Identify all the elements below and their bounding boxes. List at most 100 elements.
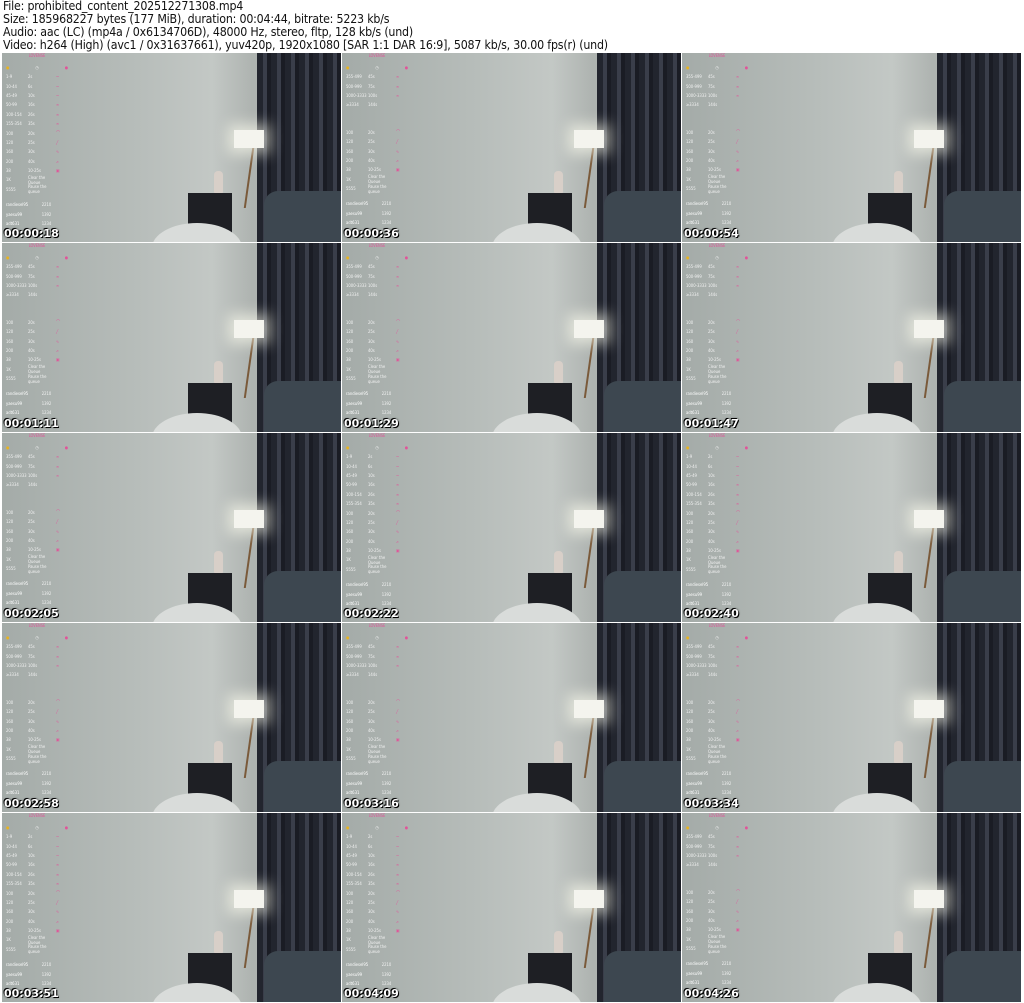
special-command-row: 38 10-25s ▣ (6, 355, 68, 364)
tip-level-row: 355-499 45s ≈ (6, 452, 68, 461)
special-command-cell: 20s (28, 319, 35, 325)
tip-level-cell: 16s (28, 102, 35, 108)
lovense-logo: LOVENSE (708, 243, 726, 248)
tip-level-cell: ≈ (396, 74, 400, 80)
special-command-cell: 120 (6, 709, 14, 715)
special-command-cell: 20s (368, 699, 375, 705)
tip-level-cell: 75s (708, 653, 715, 659)
special-command-row: 5555 Pause the queue (346, 754, 408, 764)
lamp-stand (243, 908, 255, 968)
special-command-row: 120 25s ╱ (6, 327, 68, 336)
leaderboard-row: yaesu99 1392 (686, 589, 748, 598)
clock-icon: ◷ (715, 444, 719, 450)
vibe-icon: ● (64, 634, 68, 640)
special-command-row: 38 10-25s ▣ (346, 926, 408, 935)
video-thumbnail[interactable]: LOVENSE ● ◷ ● 355-499 45s ≈500-999 75s ≈1000-3… (2, 433, 341, 622)
tip-level-cell: ≈ (396, 92, 400, 98)
tip-level-cell: ≈ (736, 501, 740, 507)
coins-icon: ● (346, 634, 350, 640)
timestamp: 00:01:47 (684, 417, 739, 430)
timestamp: 00:03:51 (4, 987, 59, 1000)
lamp-stand (923, 338, 935, 398)
leaderboard-score: 1392 (721, 780, 732, 786)
tip-level-cell: 45s (368, 264, 375, 270)
tip-menu-overlay: LOVENSE ● ◷ ● 355-499 45s ≈500-999 75s ≈1000-3… (686, 53, 748, 227)
leaderboard-user: yaesu99 (346, 780, 362, 786)
special-command-cell: ╱ (396, 709, 399, 715)
tip-level-cell: 10-44 (6, 843, 17, 849)
figurine (894, 551, 903, 573)
lovense-logo: LOVENSE (368, 53, 386, 58)
tip-level-cell: 500-999 (686, 653, 702, 659)
lamp-icon (574, 130, 604, 148)
special-command-row: 160 30s ∿ (686, 336, 748, 345)
figurine (214, 551, 223, 573)
coins-icon: ● (346, 444, 350, 450)
leaderboard-score: 1392 (381, 780, 392, 786)
video-thumbnail[interactable]: LOVENSE ● ◷ ● 355-499 45s ≈500-999 75s ≈1000-3… (2, 243, 341, 432)
tip-level-cell: 26s (368, 871, 375, 877)
special-command-row: 100 20s ⌒ (6, 508, 68, 517)
video-thumbnail[interactable]: LOVENSE ● ◷ ● 355-499 45s ≈500-999 75s ≈1000-3… (682, 243, 1021, 432)
special-command-cell: 20s (708, 129, 715, 135)
special-command-cell: 25s (368, 329, 375, 335)
special-command-cell: 25s (368, 899, 375, 905)
vibe-icon: ● (744, 64, 748, 70)
leaderboard: randiesel95 2210 yaesu99 1392 adt631 1234 (686, 389, 748, 417)
video-thumbnail[interactable]: LOVENSE ● ◷ ● 355-499 45s ≈500-999 75s ≈1000-3… (342, 53, 681, 242)
video-thumbnail[interactable]: LOVENSE ● ◷ ● 355-499 45s ≈500-999 75s ≈1000-3… (682, 623, 1021, 812)
video-thumbnail[interactable]: LOVENSE ● ◷ ● 355-499 45s ≈500-999 75s ≈1000-3… (682, 53, 1021, 242)
video-thumbnail[interactable]: LOVENSE ● ◷ ● 1-9 2s ~10-44 6s ~45-49 10s ~50-99… (2, 813, 341, 1002)
video-thumbnail[interactable]: LOVENSE ● ◷ ● 355-499 45s ≈500-999 75s ≈1000-3… (342, 623, 681, 812)
tip-level-cell: 10s (708, 472, 715, 478)
special-command-cell: 200 (686, 538, 694, 544)
video-thumbnail[interactable]: LOVENSE ● ◷ ● 1-9 2s ~10-44 6s ~45-49 10s ~50-99… (342, 813, 681, 1002)
tip-level-cell: 45s (28, 264, 35, 270)
timestamp: 00:03:34 (684, 797, 739, 810)
video-thumbnail[interactable]: LOVENSE ● ◷ ● 355-499 45s ≈500-999 75s ≈1000-3… (2, 623, 341, 812)
special-command-cell: 10-25s (28, 928, 41, 934)
special-command-row: 200 40s ⩘ (346, 726, 408, 735)
tip-level-cell: ~ (396, 463, 400, 469)
special-command-cell: 160 (346, 909, 354, 915)
leaderboard: randiesel95 2210 yaesu99 1392 adt631 1234 (6, 960, 68, 988)
tip-level-cell: 500-999 (346, 83, 362, 89)
special-command-row: 5555 Pause the queue (346, 564, 408, 574)
tip-level-cell: 500-999 (686, 83, 702, 89)
tip-level-cell: 10-44 (6, 83, 17, 89)
tip-level-cell: ≈ (56, 653, 60, 659)
lamp-stand (583, 338, 595, 398)
tip-level-row: 50-99 16s ≈ (686, 480, 748, 489)
video-thumbnail[interactable]: LOVENSE ● ◷ ● 355-499 45s ≈500-999 75s ≈1000-3… (682, 813, 1021, 1002)
tip-level-cell: ≈ (736, 74, 740, 80)
special-command-row: 160 30s ∿ (6, 716, 68, 725)
tip-level-cell: 100s (28, 282, 38, 288)
video-thumbnail[interactable]: LOVENSE ● ◷ ● 355-499 45s ≈500-999 75s ≈1000-3… (342, 243, 681, 432)
video-thumbnail[interactable]: LOVENSE ● ◷ ● 1-9 2s ~10-44 6s ~45-49 10s ~50-99… (342, 433, 681, 622)
special-command-row: 100 20s ⌒ (346, 318, 408, 327)
special-command-cell: ∿ (736, 338, 740, 344)
special-command-cell: 5555 (346, 186, 356, 192)
video-thumbnail[interactable]: LOVENSE ● ◷ ● 1-9 2s ~10-44 6s ~45-49 10s ~50-99… (2, 53, 341, 242)
leaderboard-row: randiesel95 2210 (6, 960, 68, 969)
leaderboard-row: randiesel95 2210 (346, 960, 408, 969)
lamp-icon (234, 890, 264, 908)
tip-level-cell: 45-49 (6, 92, 17, 98)
special-command-row: 5555 Pause the queue (686, 374, 748, 384)
special-command-cell: 5555 (6, 186, 16, 192)
clock-icon: ◷ (35, 444, 39, 450)
tip-level-cell: 45-49 (6, 852, 17, 858)
special-command-cell: ⌒ (736, 129, 741, 135)
leaderboard-score: 2210 (41, 771, 52, 777)
video-thumbnail[interactable]: LOVENSE ● ◷ ● 1-9 2s ~10-44 6s ~45-49 10s ~50-99… (682, 433, 1021, 622)
special-command-row: 1K Clear the Queue (6, 175, 68, 185)
tip-level-cell: 355-499 (346, 644, 362, 650)
special-command-cell: ╱ (396, 329, 399, 335)
tip-level-cell: 26s (28, 871, 35, 877)
lovense-logo: LOVENSE (28, 433, 46, 438)
special-command-cell: 40s (28, 918, 35, 924)
tip-level-row: 500-999 75s ≈ (686, 841, 748, 850)
tip-level-cell: 45-49 (346, 852, 357, 858)
special-command-cell: 30s (368, 529, 375, 535)
leaderboard-row: yaesu99 1392 (686, 209, 748, 218)
